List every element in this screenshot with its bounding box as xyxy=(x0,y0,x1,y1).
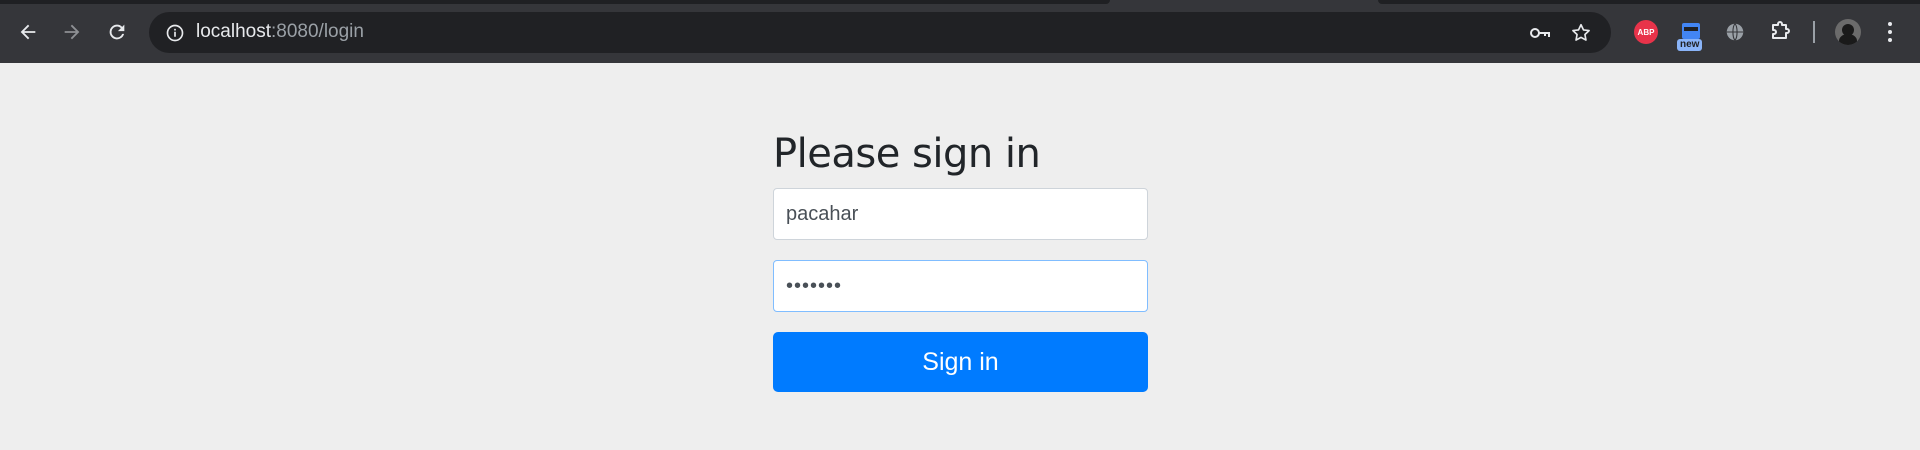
dot xyxy=(1888,30,1892,34)
reload-button[interactable] xyxy=(100,15,134,49)
site-info-button[interactable] xyxy=(161,19,189,47)
extension-new-button[interactable]: new xyxy=(1676,17,1706,51)
signin-form: Please sign in Sign in xyxy=(773,130,1148,392)
back-arrow-icon xyxy=(20,24,36,40)
url-path: :8080/login xyxy=(271,21,364,42)
adblock-extension-button[interactable]: ABP xyxy=(1631,17,1661,47)
key-icon xyxy=(1530,28,1550,38)
profile-avatar[interactable] xyxy=(1835,19,1861,45)
username-field[interactable] xyxy=(773,188,1148,240)
abp-icon: ABP xyxy=(1634,20,1658,44)
browser-toolbar: localhost:8080/login ABP new xyxy=(0,0,1920,63)
address-bar[interactable]: localhost:8080/login xyxy=(149,12,1611,53)
forward-arrow-icon xyxy=(64,24,80,40)
toolbar-divider xyxy=(1813,21,1815,43)
extensions-menu-button[interactable] xyxy=(1765,17,1795,47)
sign-in-button[interactable]: Sign in xyxy=(773,332,1148,392)
browser-menu-button[interactable] xyxy=(1880,20,1900,44)
bookmark-button[interactable] xyxy=(1568,20,1594,46)
puzzle-icon xyxy=(1772,21,1790,39)
password-field[interactable] xyxy=(773,260,1148,312)
reload-icon xyxy=(109,24,125,40)
dot xyxy=(1888,22,1892,26)
dot xyxy=(1888,38,1892,42)
new-badge: new xyxy=(1677,39,1703,51)
url-text[interactable]: localhost:8080/login xyxy=(196,21,364,43)
info-icon xyxy=(166,24,184,42)
globe-icon xyxy=(1726,23,1744,41)
page-title: Please sign in xyxy=(773,131,1041,177)
star-icon xyxy=(1572,23,1590,41)
tab-strip xyxy=(0,0,1110,4)
url-host: localhost xyxy=(196,21,271,42)
password-key-button[interactable] xyxy=(1527,20,1553,46)
tab-strip xyxy=(1378,0,1920,4)
globe-extension-button[interactable] xyxy=(1720,17,1750,47)
forward-button[interactable] xyxy=(55,15,89,49)
back-button[interactable] xyxy=(11,15,45,49)
